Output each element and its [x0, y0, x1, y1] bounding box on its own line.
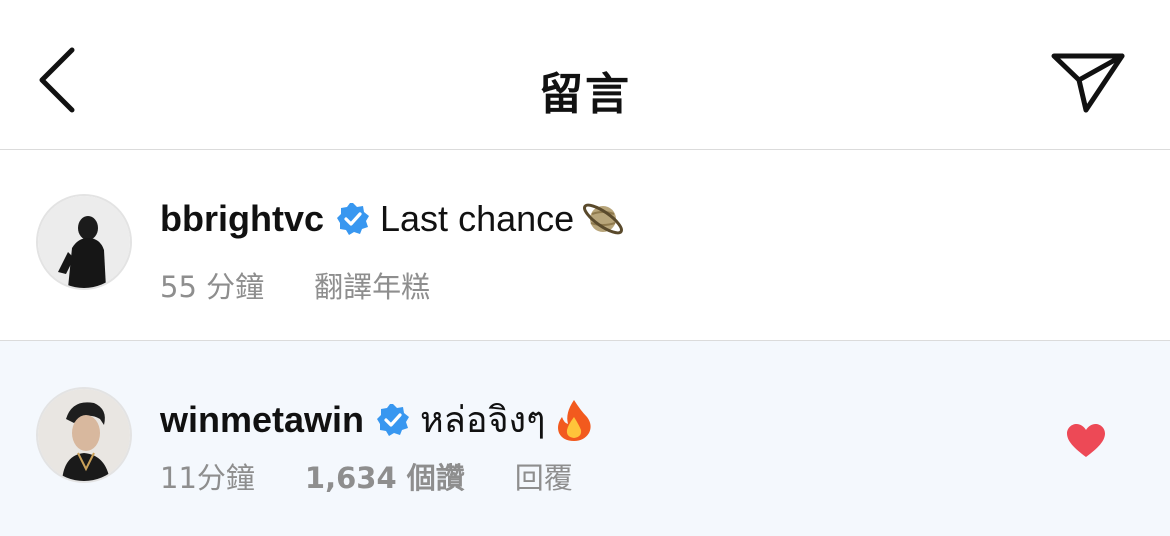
comment-text: Last chance	[380, 198, 575, 239]
avatar[interactable]	[36, 194, 132, 290]
comment-item: bbrightvc Last chance 55 分鐘 翻譯年糕	[0, 150, 1170, 341]
like-button[interactable]	[1066, 423, 1106, 459]
reply-button[interactable]: 回覆	[515, 455, 573, 497]
username[interactable]: bbrightvc	[160, 198, 324, 240]
avatar[interactable]	[36, 387, 132, 483]
comment-meta: 55 分鐘 翻譯年糕	[160, 264, 480, 306]
comment-meta: 11分鐘 1,634 個讚 回覆	[160, 455, 623, 497]
comment-time: 55 分鐘	[160, 270, 265, 304]
fire-icon	[558, 399, 592, 441]
comment-time: 11分鐘	[160, 461, 255, 495]
ringed-planet-icon	[583, 203, 624, 235]
verified-badge-icon	[337, 203, 370, 235]
page-title: 留言	[539, 69, 631, 120]
comment-line: bbrightvc Last chance	[160, 196, 626, 242]
comment-text: หล่อจิงๆ	[420, 400, 546, 441]
header: 留言	[0, 0, 1170, 150]
share-button[interactable]	[1046, 46, 1130, 118]
verified-badge-icon	[377, 403, 410, 436]
like-count[interactable]: 1,634 個讚	[305, 455, 465, 497]
translate-button[interactable]: 翻譯年糕	[314, 264, 430, 306]
heart-icon	[1067, 424, 1105, 457]
comment-item: winmetawin หล่อจิงๆ 11分鐘 1,634 個讚 回覆	[0, 341, 1170, 536]
paper-plane-icon	[1051, 53, 1125, 113]
username[interactable]: winmetawin	[160, 399, 364, 441]
comment-line: winmetawin หล่อจิงๆ	[160, 391, 597, 448]
